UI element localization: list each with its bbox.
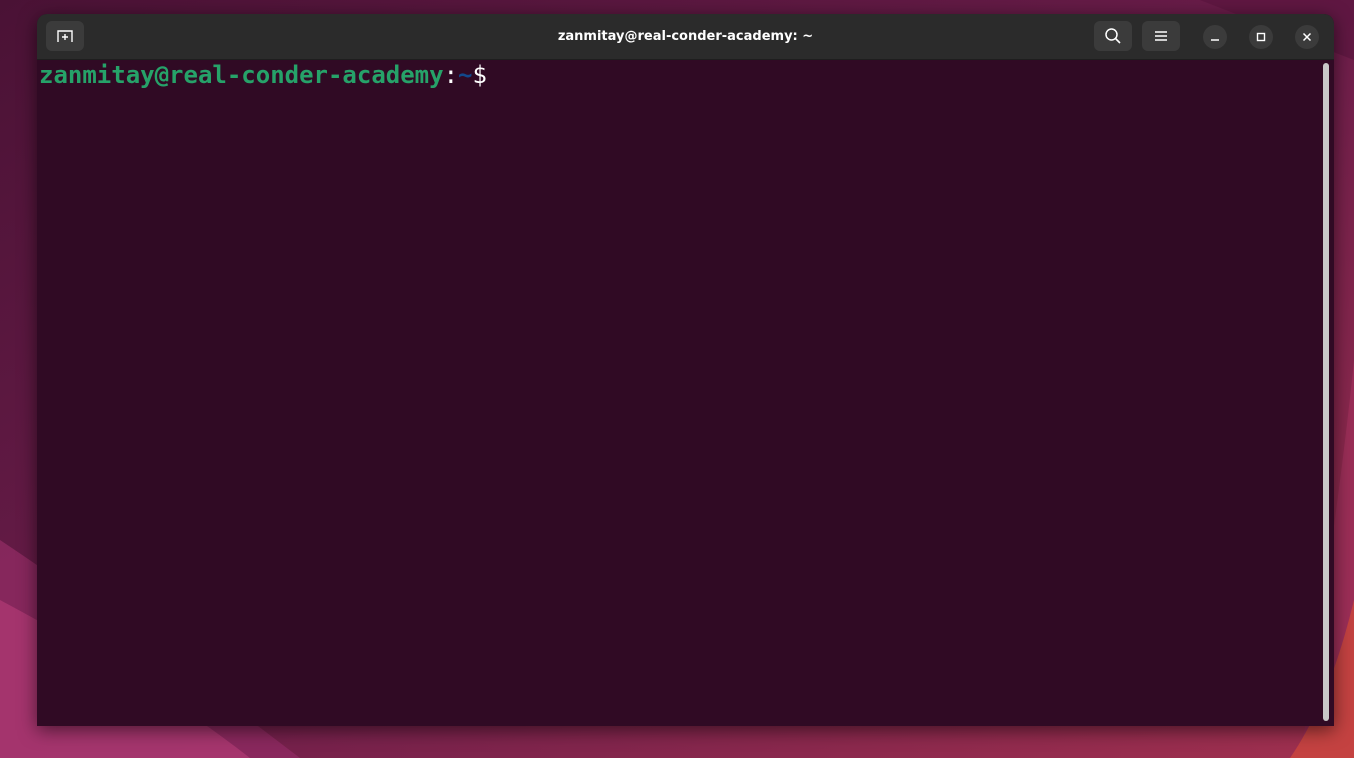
maximize-button[interactable] — [1249, 25, 1273, 49]
menu-button[interactable] — [1142, 21, 1180, 51]
terminal-window: zanmitay@real-conder-academy: ~ zanmitay… — [37, 14, 1334, 726]
search-button[interactable] — [1094, 21, 1132, 51]
close-icon — [1302, 32, 1312, 42]
title-bar[interactable]: zanmitay@real-conder-academy: ~ — [37, 14, 1334, 60]
search-icon — [1105, 28, 1121, 44]
window-title: zanmitay@real-conder-academy: ~ — [557, 29, 814, 44]
prompt-symbol: $ — [472, 61, 487, 89]
prompt-user-host: zanmitay@real-conder-academy — [39, 61, 444, 89]
scrollbar[interactable] — [1323, 63, 1329, 721]
hamburger-menu-icon — [1155, 31, 1167, 41]
prompt-path: ~ — [458, 61, 473, 89]
minimize-button[interactable] — [1203, 25, 1227, 49]
minimize-icon — [1211, 39, 1219, 41]
close-button[interactable] — [1295, 25, 1319, 49]
prompt-line: zanmitay@real-conder-academy:~$ — [39, 60, 501, 90]
terminal-area[interactable]: zanmitay@real-conder-academy:~$ — [37, 60, 1321, 726]
maximize-icon — [1256, 32, 1266, 42]
prompt-colon: : — [443, 61, 459, 89]
terminal-input[interactable] — [487, 62, 501, 88]
